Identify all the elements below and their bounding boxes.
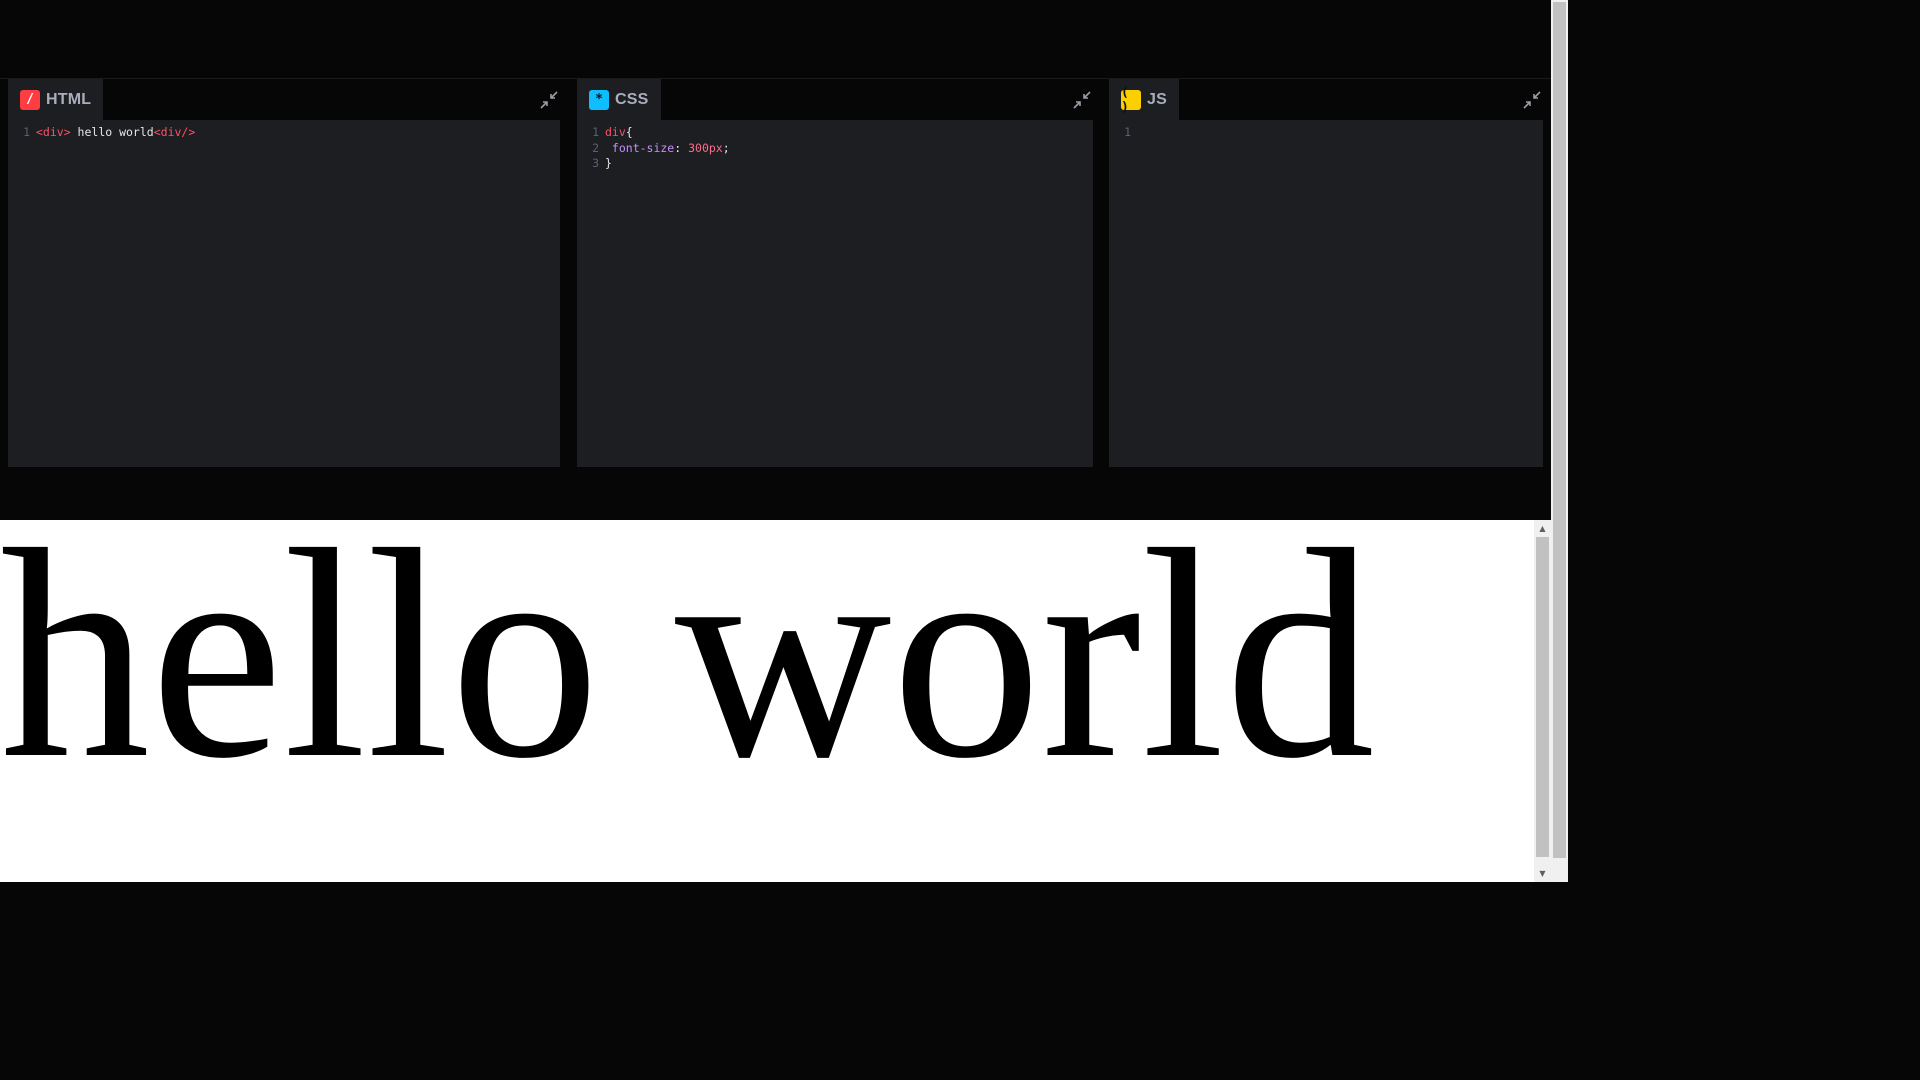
css-code-editor[interactable]: 1 div{2 font-size: 300px; 3} bbox=[577, 120, 1093, 467]
html-tab-label: HTML bbox=[46, 90, 92, 108]
code-token: ; bbox=[722, 140, 730, 155]
code-line[interactable]: 1 <div> hello world <div/> bbox=[8, 125, 560, 141]
html-icon: / bbox=[20, 89, 40, 110]
code-token: : bbox=[674, 140, 689, 155]
js-icon: ( ) bbox=[1121, 85, 1141, 115]
code-line[interactable]: 3} bbox=[577, 156, 1093, 172]
preview-output-text: hello world bbox=[0, 520, 1375, 820]
code-token: } bbox=[605, 156, 612, 170]
code-token: <div> bbox=[36, 125, 71, 139]
scroll-up-arrow-icon[interactable]: ▲ bbox=[1534, 520, 1551, 537]
css-collapse-arrows-icon[interactable] bbox=[1073, 91, 1091, 109]
html-panel-header: / HTML bbox=[8, 79, 560, 120]
js-panel-header: ( ) JS bbox=[1109, 79, 1543, 120]
code-token: font-size bbox=[605, 140, 675, 155]
code-line[interactable]: 1 bbox=[1109, 125, 1543, 141]
line-number: 1 bbox=[1124, 125, 1131, 139]
html-tab[interactable]: / HTML bbox=[8, 79, 104, 120]
code-line[interactable]: 1 div{ bbox=[577, 125, 1093, 141]
code-token: { bbox=[625, 125, 633, 139]
code-token: hello world bbox=[70, 125, 154, 139]
html-code-editor[interactable]: 1 <div> hello world <div/> bbox=[8, 120, 560, 467]
css-tab-label: CSS bbox=[615, 90, 649, 108]
code-line[interactable]: 2 font-size: 300px; bbox=[577, 141, 1093, 157]
line-number: 1 bbox=[23, 125, 30, 139]
js-collapse-arrows-icon[interactable] bbox=[1523, 91, 1541, 109]
code-token: <div/> bbox=[153, 125, 196, 139]
line-number: 3 bbox=[592, 156, 599, 170]
js-code-editor[interactable]: 1 bbox=[1109, 120, 1543, 467]
preview-pane: hello world bbox=[0, 520, 1551, 882]
scroll-down-arrow-icon[interactable]: ▼ bbox=[1534, 865, 1551, 882]
preview-scroll-thumb[interactable] bbox=[1536, 537, 1549, 857]
css-tab[interactable]: * CSS bbox=[577, 79, 661, 120]
editor-area: / HTML 1 <div> hello world<div/> * CSS bbox=[0, 79, 1551, 520]
js-tab-label: JS bbox=[1147, 90, 1167, 108]
code-token: 300px bbox=[688, 140, 723, 155]
page-scrollbar[interactable] bbox=[1551, 0, 1568, 882]
page-scroll-thumb[interactable] bbox=[1553, 2, 1566, 858]
js-tab[interactable]: ( ) JS bbox=[1109, 79, 1179, 120]
css-panel-header: * CSS bbox=[577, 79, 1093, 120]
top-bar bbox=[0, 0, 1551, 79]
css-icon: * bbox=[589, 89, 609, 110]
line-number: 1 bbox=[592, 125, 599, 139]
preview-scrollbar[interactable]: ▲ ▼ bbox=[1534, 520, 1551, 882]
code-token: div bbox=[605, 125, 626, 139]
html-collapse-arrows-icon[interactable] bbox=[540, 91, 558, 109]
line-number: 2 bbox=[592, 140, 599, 155]
html-editor-panel: / HTML 1 <div> hello world <div/> bbox=[8, 79, 560, 467]
js-editor-panel: ( ) JS 1 bbox=[1109, 79, 1543, 467]
css-editor-panel: * CSS 1 div{2 font-size: 300px; 3} bbox=[577, 79, 1093, 467]
